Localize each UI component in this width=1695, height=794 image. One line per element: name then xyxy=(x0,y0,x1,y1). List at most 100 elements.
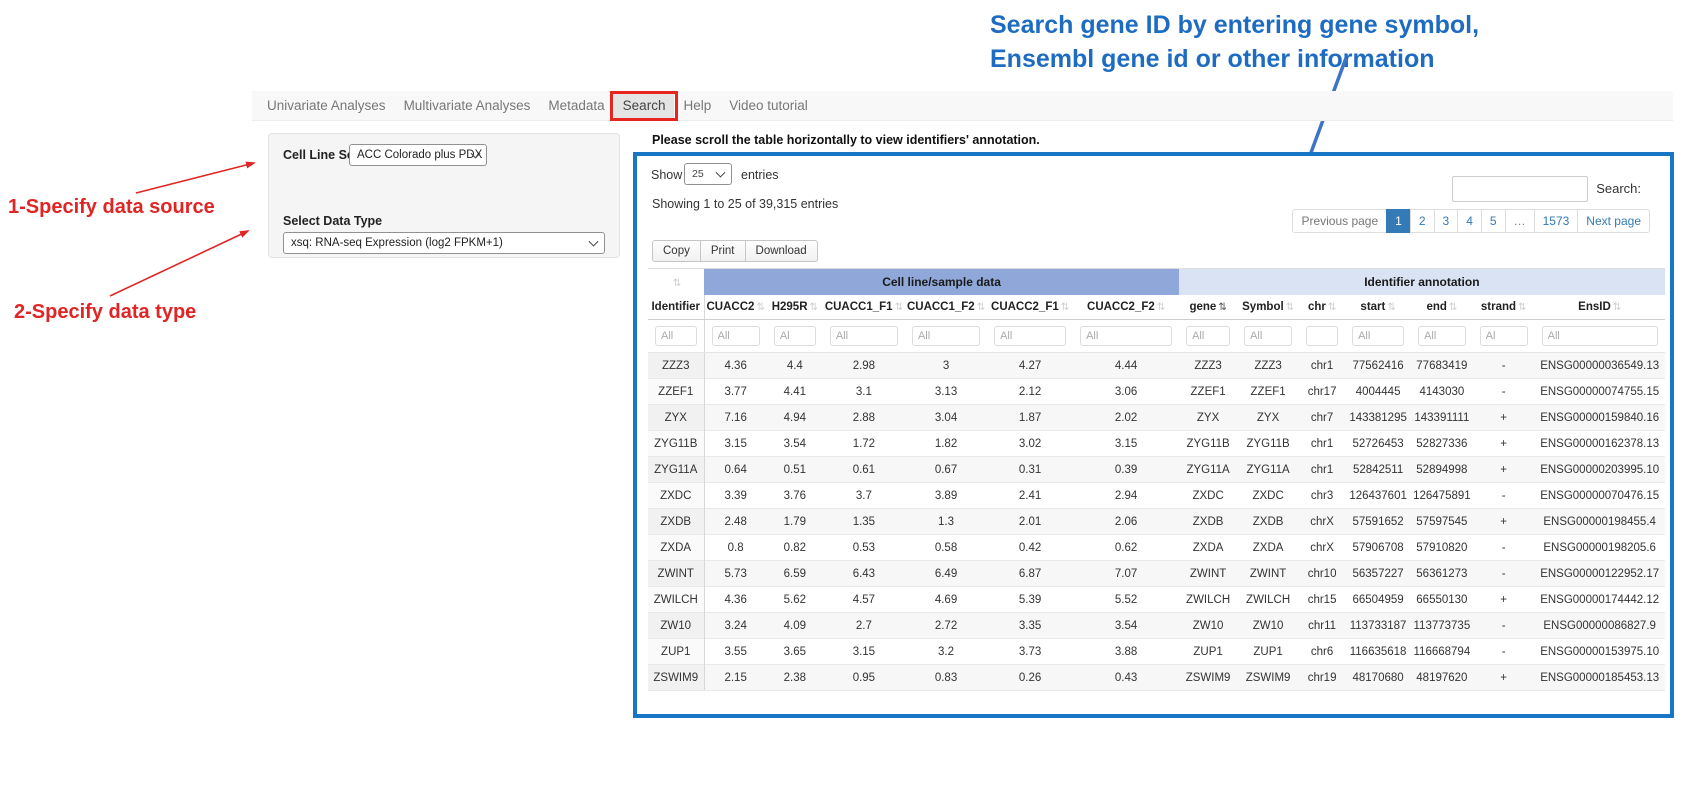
group-header-blank[interactable]: ⇅ xyxy=(648,269,704,295)
cell: 4.36 xyxy=(704,587,767,613)
page-5-button[interactable]: 5 xyxy=(1481,209,1506,233)
column-header-cuacc1_f1[interactable]: CUACC1_F1⇅ xyxy=(823,295,905,320)
table-row[interactable]: ZW103.244.092.72.723.353.54ZW10ZW10chr11… xyxy=(648,613,1665,639)
filter-input-end[interactable] xyxy=(1418,326,1466,346)
sort-icon: ⇅ xyxy=(1518,302,1526,313)
column-header-identifier[interactable]: Identifier xyxy=(648,295,704,320)
previous-page-button[interactable]: Previous page xyxy=(1292,209,1387,233)
table-row[interactable]: ZWILCH4.365.624.574.695.395.52ZWILCHZWIL… xyxy=(648,587,1665,613)
column-header-symbol[interactable]: Symbol⇅ xyxy=(1237,295,1299,320)
table-body: ZZZ34.364.42.9834.274.44ZZZ3ZZZ3chr17756… xyxy=(648,353,1665,691)
cell: 2.48 xyxy=(704,509,767,535)
column-header-h295r[interactable]: H295R⇅ xyxy=(767,295,823,320)
data-type-select[interactable]: xsq: RNA-seq Expression (log2 FPKM+1) xyxy=(283,232,605,254)
cell: 3.15 xyxy=(823,639,905,665)
data-type-label: Select Data Type xyxy=(283,214,382,228)
page-2-button[interactable]: 2 xyxy=(1410,209,1435,233)
cell: ENSG00000074755.15 xyxy=(1535,379,1665,405)
column-header-cuacc2_f1[interactable]: CUACC2_F1⇅ xyxy=(987,295,1073,320)
step2-annotation: 2-Specify data type xyxy=(14,301,196,324)
cell: ZYG11A xyxy=(1237,457,1299,483)
nav-item-help[interactable]: Help xyxy=(674,91,720,120)
table-row[interactable]: ZZEF13.774.413.13.132.123.06ZZEF1ZZEF1ch… xyxy=(648,379,1665,405)
cell: chr6 xyxy=(1299,639,1345,665)
cell: 4.57 xyxy=(823,587,905,613)
print-button[interactable]: Print xyxy=(700,240,746,262)
cell: ZYG11B xyxy=(1237,431,1299,457)
table-row[interactable]: ZXDB2.481.791.351.32.012.06ZXDBZXDBchrX5… xyxy=(648,509,1665,535)
pagination-ellipsis[interactable]: … xyxy=(1505,209,1535,233)
page-length-select[interactable]: 25 xyxy=(684,163,732,185)
filter-cell xyxy=(905,320,987,353)
table-row[interactable]: ZXDA0.80.820.530.580.420.62ZXDAZXDAchrX5… xyxy=(648,535,1665,561)
page-1573-button[interactable]: 1573 xyxy=(1534,209,1579,233)
filter-input-ensid[interactable] xyxy=(1542,326,1658,346)
cell: 6.87 xyxy=(987,561,1073,587)
filter-input-cuacc2_f2[interactable] xyxy=(1080,326,1172,346)
table-row[interactable]: ZXDC3.393.763.73.892.412.94ZXDCZXDCchr31… xyxy=(648,483,1665,509)
page-4-button[interactable]: 4 xyxy=(1457,209,1482,233)
cell: 48197620 xyxy=(1411,665,1473,691)
cell: - xyxy=(1473,379,1535,405)
cell: 1.87 xyxy=(987,405,1073,431)
next-page-button[interactable]: Next page xyxy=(1577,209,1650,233)
column-header-cuacc2[interactable]: CUACC2⇅ xyxy=(704,295,767,320)
cell: 66504959 xyxy=(1345,587,1411,613)
filter-input-gene[interactable] xyxy=(1186,326,1230,346)
cell-line-set-select[interactable]: ACC Colorado plus PDX xyxy=(349,144,487,166)
column-header-start[interactable]: start⇅ xyxy=(1345,295,1411,320)
filter-input-cuacc2[interactable] xyxy=(712,326,760,346)
column-label: chr xyxy=(1308,301,1326,313)
page-3-button[interactable]: 3 xyxy=(1434,209,1459,233)
column-header-cuacc2_f2[interactable]: CUACC2_F2⇅ xyxy=(1073,295,1179,320)
table-row[interactable]: ZWINT5.736.596.436.496.877.07ZWINTZWINTc… xyxy=(648,561,1665,587)
table-row[interactable]: ZYX7.164.942.883.041.872.02ZYXZYXchr7143… xyxy=(648,405,1665,431)
filter-input-symbol[interactable] xyxy=(1244,326,1292,346)
nav-item-search[interactable]: Search xyxy=(614,91,675,120)
step1-annotation: 1-Specify data source xyxy=(8,196,215,219)
filter-input-identifier[interactable] xyxy=(655,326,697,346)
table-row[interactable]: ZYG11B3.153.541.721.823.023.15ZYG11BZYG1… xyxy=(648,431,1665,457)
filter-input-strand[interactable] xyxy=(1480,326,1528,346)
cell: 2.12 xyxy=(987,379,1073,405)
cell: 0.8 xyxy=(704,535,767,561)
filter-input-chr[interactable] xyxy=(1306,326,1338,346)
cell: 0.58 xyxy=(905,535,987,561)
sort-icon: ⇅ xyxy=(810,302,818,313)
nav-item-metadata[interactable]: Metadata xyxy=(539,91,613,120)
download-button[interactable]: Download xyxy=(745,240,818,262)
filter-input-cuacc1_f2[interactable] xyxy=(912,326,980,346)
filter-cell xyxy=(987,320,1073,353)
cell: chrX xyxy=(1299,509,1345,535)
cell: ZUP1 xyxy=(1237,639,1299,665)
nav-item-univariate-analyses[interactable]: Univariate Analyses xyxy=(258,91,395,120)
filter-cell xyxy=(704,320,767,353)
column-header-chr[interactable]: chr⇅ xyxy=(1299,295,1345,320)
filter-input-h295r[interactable] xyxy=(774,326,816,346)
page-1-button[interactable]: 1 xyxy=(1386,209,1411,233)
column-header-ensid[interactable]: EnsID⇅ xyxy=(1535,295,1665,320)
cell: ZXDC xyxy=(1237,483,1299,509)
sort-icon: ⇅ xyxy=(1387,302,1395,313)
cell: 52726453 xyxy=(1345,431,1411,457)
sort-icon: ⇅ xyxy=(673,278,681,289)
cell: 5.62 xyxy=(767,587,823,613)
nav-item-multivariate-analyses[interactable]: Multivariate Analyses xyxy=(395,91,540,120)
search-input[interactable] xyxy=(1452,176,1588,202)
table-row[interactable]: ZSWIM92.152.380.950.830.260.43ZSWIM9ZSWI… xyxy=(648,665,1665,691)
cell: ENSG00000198205.6 xyxy=(1535,535,1665,561)
data-type-value: xsq: RNA-seq Expression (log2 FPKM+1) xyxy=(291,237,503,249)
filter-input-cuacc1_f1[interactable] xyxy=(830,326,898,346)
table-row[interactable]: ZUP13.553.653.153.23.733.88ZUP1ZUP1chr61… xyxy=(648,639,1665,665)
column-header-end[interactable]: end⇅ xyxy=(1411,295,1473,320)
filter-input-cuacc2_f1[interactable] xyxy=(994,326,1066,346)
cell-line-set-value: ACC Colorado plus PDX xyxy=(357,149,482,161)
table-row[interactable]: ZZZ34.364.42.9834.274.44ZZZ3ZZZ3chr17756… xyxy=(648,353,1665,379)
column-header-strand[interactable]: strand⇅ xyxy=(1473,295,1535,320)
table-row[interactable]: ZYG11A0.640.510.610.670.310.39ZYG11AZYG1… xyxy=(648,457,1665,483)
filter-input-start[interactable] xyxy=(1352,326,1404,346)
column-header-gene[interactable]: gene⇅ xyxy=(1179,295,1237,320)
column-header-cuacc1_f2[interactable]: CUACC1_F2⇅ xyxy=(905,295,987,320)
nav-item-video-tutorial[interactable]: Video tutorial xyxy=(720,91,817,120)
copy-button[interactable]: Copy xyxy=(652,240,701,262)
